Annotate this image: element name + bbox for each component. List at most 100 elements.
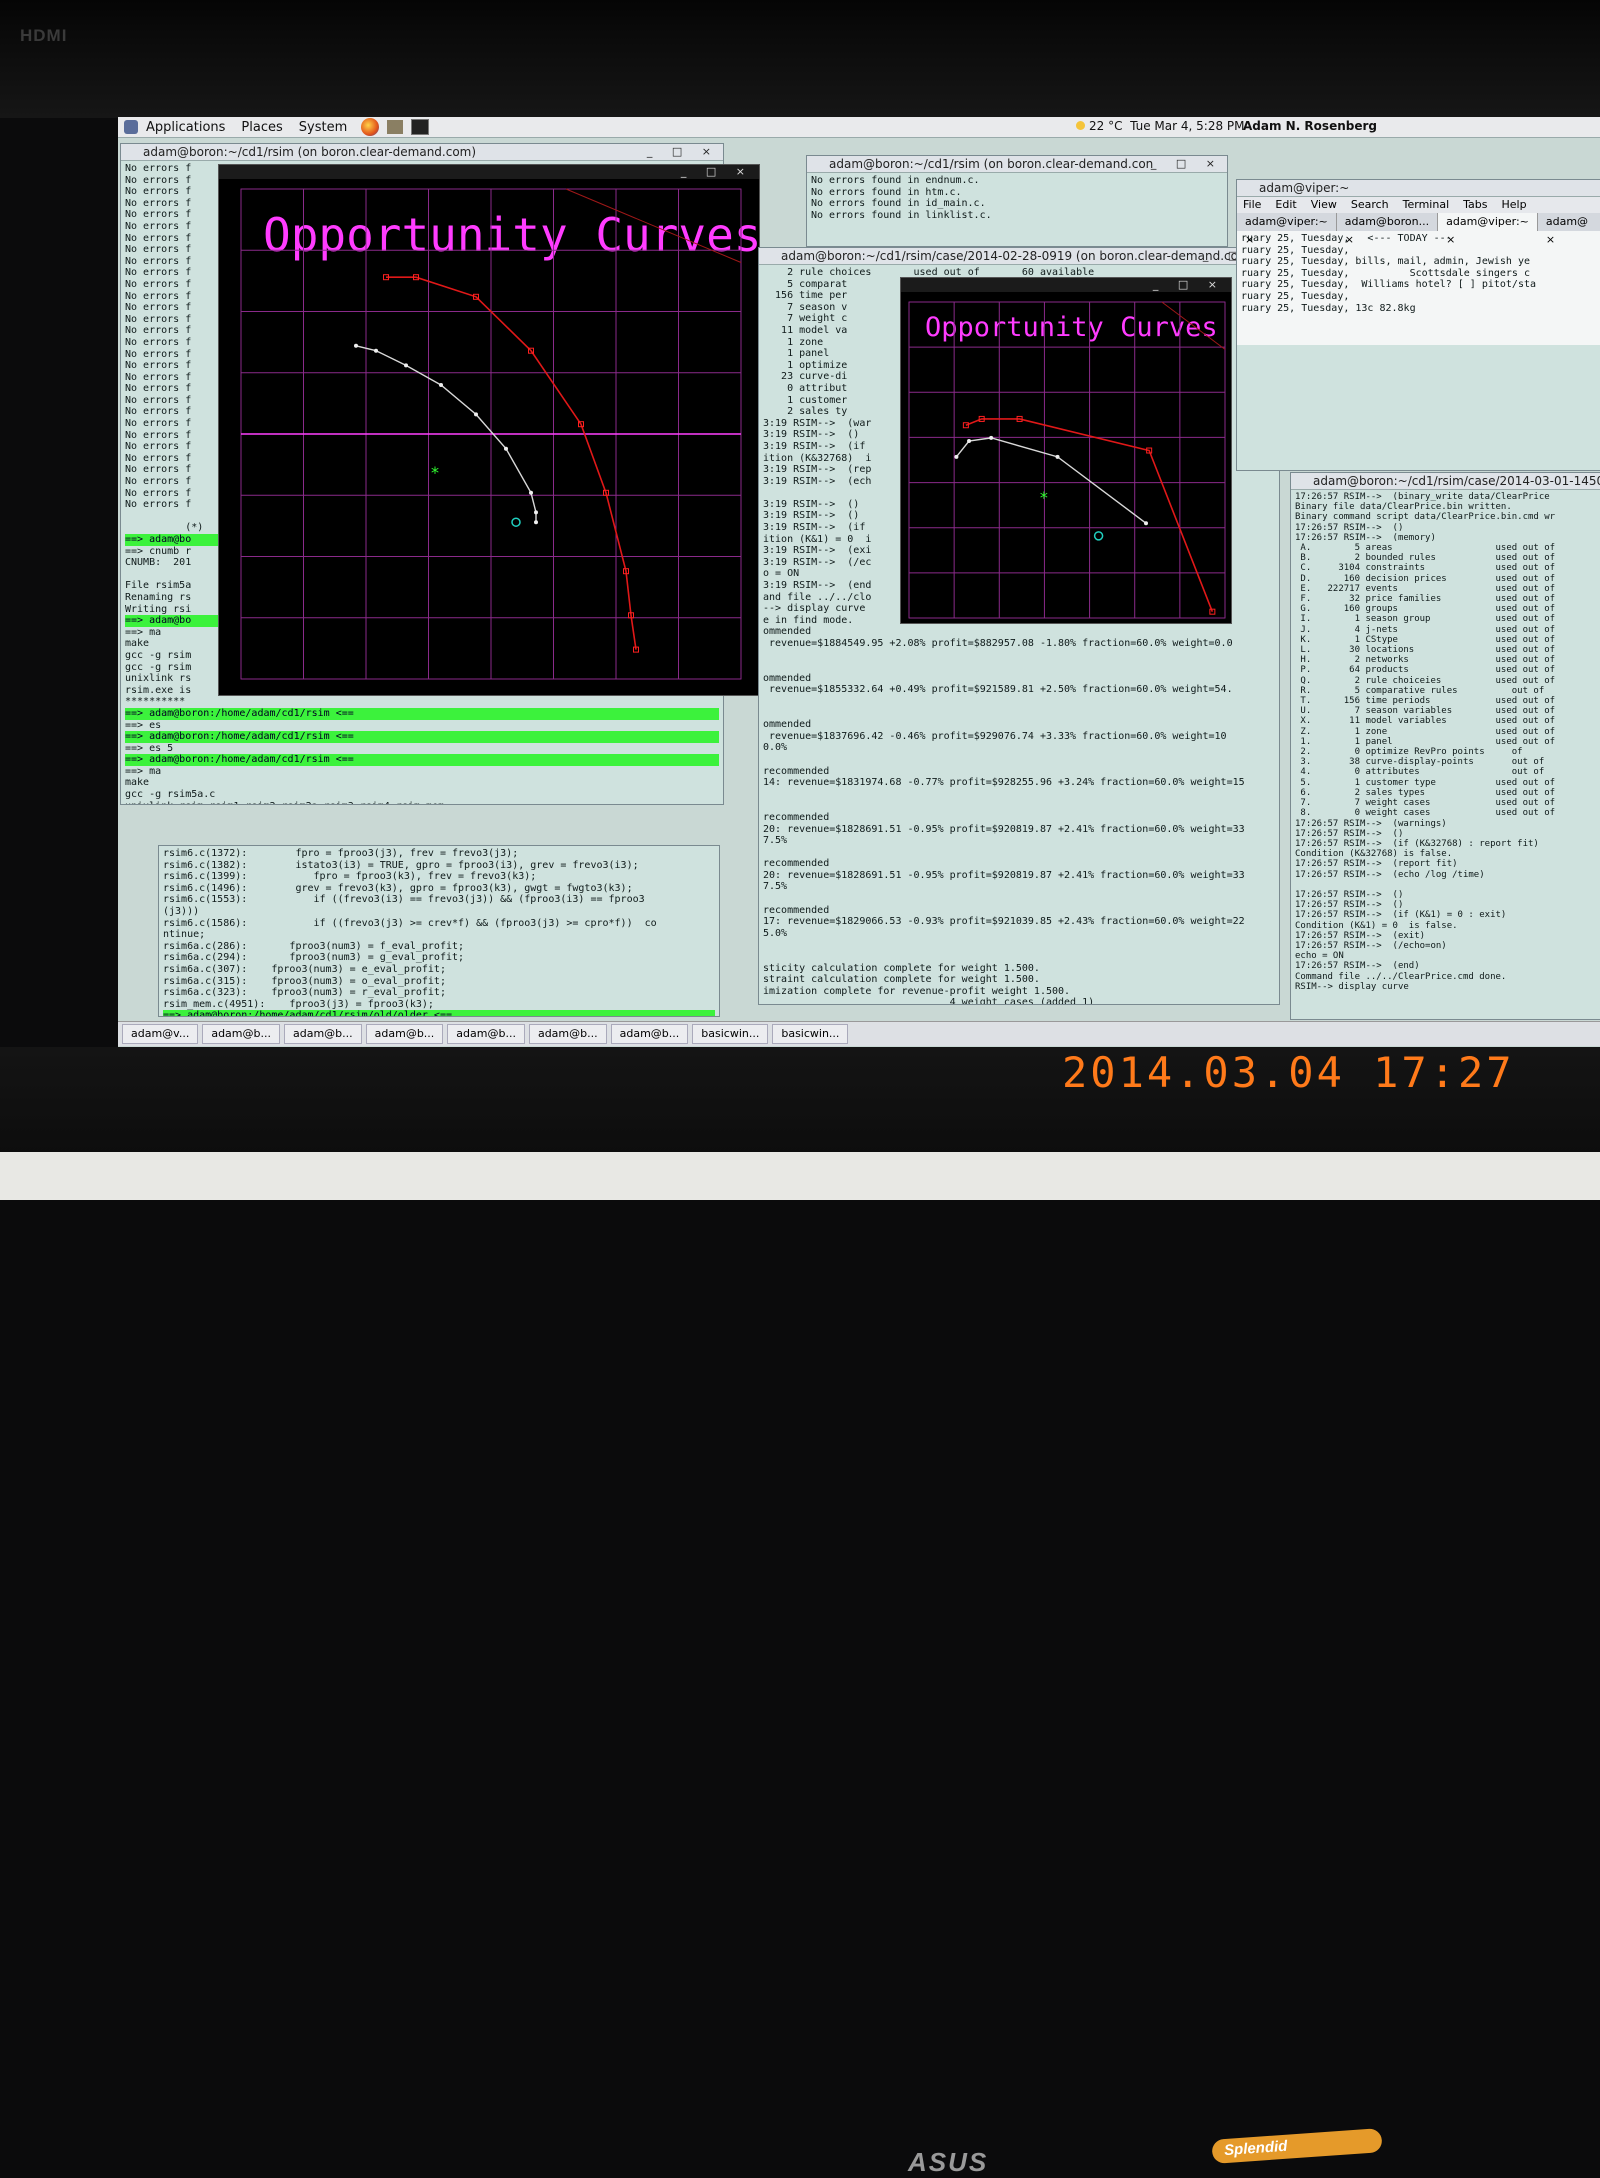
user-name[interactable]: Adam N. Rosenberg — [1243, 119, 1377, 133]
terminal-tab[interactable]: adam@ × — [1538, 213, 1600, 246]
plot-titlebar[interactable]: _ □ × — [901, 278, 1231, 292]
terminal-line: Condition (K&1) = 0 is false. — [1295, 920, 1458, 931]
terminal-line: ommended — [763, 672, 812, 684]
menu-edit[interactable]: Edit — [1275, 198, 1296, 211]
plot-titlebar[interactable]: _ □ × — [219, 165, 759, 179]
menu-view[interactable]: View — [1311, 198, 1337, 211]
menu-tabs[interactable]: Tabs — [1463, 198, 1487, 211]
terminal-viper[interactable]: adam@viper:~ File Edit View Search Terminal T… — [1236, 179, 1600, 471]
terminal-line: rsim6.c(1372): fpro = fproo3(j3), frev =… — [163, 848, 519, 859]
terminal-tab[interactable]: adam@viper:~ × — [1438, 213, 1538, 246]
places-menu[interactable]: Places — [241, 120, 282, 135]
terminal-line: rsim6.c(1586): if ((frevo3(j3) >= crev*f… — [163, 917, 657, 929]
weather-clock[interactable]: 22 °C Tue Mar 4, 5:28 PM — [1076, 119, 1245, 133]
terminal-line: ==> adam@boron:/home/adam/cd1/rsim <== — [125, 707, 719, 720]
window-controls[interactable]: _ □ × — [647, 144, 719, 160]
terminal-line: rsim6.c(1399): fpro = fproo3(k3), frev =… — [163, 871, 537, 883]
terminal-line: 7.5% — [763, 881, 788, 893]
tools-icon[interactable] — [387, 120, 404, 134]
terminal-line: 17:26:57 RSIM--> () — [1295, 889, 1404, 900]
applications-menu[interactable]: Applications — [146, 120, 225, 135]
terminal-line: 5.0% — [763, 927, 788, 939]
monitor-bezel-top: HDMI — [0, 0, 1600, 118]
terminal-line: ruary 25, Tuesday, Williams hotel? [ ] p… — [1241, 279, 1537, 291]
taskbar-button[interactable]: adam@b... — [528, 1024, 607, 1044]
window-title: adam@boron:~/cd1/rsim (on boron.clear-de… — [143, 145, 477, 159]
terminal-grep[interactable]: rsim6.c(1372): fpro = fproo3(j3), frev =… — [158, 845, 720, 1017]
firefox-icon[interactable] — [361, 118, 380, 136]
taskbar-button[interactable]: adam@b... — [365, 1024, 444, 1044]
title-bar[interactable]: adam@boron:~/cd1/rsim/case/2014-03-01-14… — [1291, 473, 1600, 490]
current-point-star: * — [431, 463, 439, 482]
terminal-launcher-icon[interactable] — [411, 119, 430, 135]
title-bar[interactable]: adam@boron:~/cd1/rsim (on boron.clear-de… — [121, 144, 723, 161]
window-title: adam@viper:~ — [1259, 181, 1350, 195]
taskbar-button[interactable]: adam@b... — [447, 1024, 525, 1044]
terminal-line: 1. 1 panel used out of — [1295, 736, 1556, 747]
terminal-tab[interactable]: adam@boron... × — [1337, 213, 1439, 246]
plot-canvas: Opportunity Curves * — [240, 188, 759, 680]
terminal-line: rsim6.c(1553): if ((frevo3(i3) == frevo3… — [163, 894, 645, 906]
terminal-line: 3. 38 curve-display-points out of — [1295, 757, 1545, 768]
title-bar[interactable]: adam@boron:~/cd1/rsim (on boron.clear-de… — [807, 156, 1227, 173]
menu-terminal[interactable]: Terminal — [1403, 198, 1450, 211]
taskbar-button[interactable]: adam@b... — [202, 1024, 280, 1044]
opportunity-plot-large[interactable]: _ □ × Opportunity Curves * — [218, 164, 760, 696]
desktop-screen: Applications Places System 22 °C Tue Mar… — [118, 117, 1600, 1047]
menu-search[interactable]: Search — [1351, 198, 1389, 211]
grep-output[interactable]: rsim6.c(1372): fpro = fproo3(j3), frev =… — [159, 846, 719, 1016]
taskbar-button[interactable]: adam@b... — [610, 1024, 689, 1044]
plot-title: Opportunity Curves — [263, 208, 759, 262]
terminal-line: make — [125, 777, 150, 789]
clock: Tue Mar 4, 5:28 PM — [1130, 119, 1245, 133]
terminal-line: imization complete for revenue-profit we… — [763, 985, 1071, 997]
window-title: adam@boron:~/cd1/rsim/case/2014-02-28-09… — [781, 249, 1238, 263]
taskbar-button[interactable]: adam@b... — [283, 1024, 362, 1044]
terminal-line: rsim6.c(1382): istato3(i3) = TRUE, gpro … — [163, 859, 639, 871]
terminal-line: recommended — [763, 765, 830, 777]
curve-point — [439, 383, 443, 387]
terminal-right[interactable]: adam@boron:~/cd1/rsim/case/2014-03-01-14… — [1290, 472, 1600, 1020]
terminal-mid-top[interactable]: adam@boron:~/cd1/rsim (on boron.clear-de… — [806, 155, 1228, 247]
terminal-line: 17: revenue=$1829066.53 -0.93% profit=$9… — [763, 916, 1245, 928]
terminal-line: revenue=$1884549.95 +2.08% profit=$88295… — [763, 638, 1233, 649]
terminal-text[interactable]: 17:26:57 RSIM--> (binary_write data/Clea… — [1291, 490, 1600, 994]
taskbar-button[interactable]: basicwin... — [772, 1024, 849, 1044]
taskbar-button[interactable]: basicwin... — [692, 1024, 769, 1044]
terminal-line: 17:26:57 RSIM--> (memory) — [1295, 532, 1436, 543]
menu-help[interactable]: Help — [1502, 198, 1527, 211]
terminal-line: 17:26:57 RSIM--> (/echo=on) — [1295, 940, 1447, 951]
terminal-line: ruary 25, Tuesday, bills, mail, admin, J… — [1241, 256, 1530, 268]
terminal-line: revenue=$1855332.64 +0.49% profit=$92158… — [763, 684, 1233, 696]
terminal-line: C. 3104 constraints used out of — [1295, 563, 1556, 574]
terminal-line: 0.0% — [763, 742, 788, 754]
curve-point — [374, 348, 378, 353]
gnome-foot-icon[interactable] — [124, 120, 138, 134]
title-bar[interactable]: adam@viper:~ — [1237, 180, 1600, 197]
terminal-line: recommended — [763, 904, 830, 916]
terminal-text[interactable]: No errors found in endnum.c. No errors fo… — [807, 173, 1227, 223]
terminal-tab[interactable]: adam@viper:~ × — [1237, 213, 1337, 246]
taskbar-button[interactable]: adam@v... — [122, 1024, 199, 1044]
opportunity-plot-small[interactable]: _ □ × Opportunity Curves * — [900, 277, 1232, 624]
terminal-line: 20: revenue=$1828691.51 -0.95% profit=$9… — [763, 869, 1245, 881]
terminal-line: ruary 25, Tuesday, Scottsdale singers c — [1241, 267, 1530, 279]
terminal-line: 17:26:57 RSIM--> () — [1295, 522, 1404, 533]
window-controls[interactable]: _ □ × — [1151, 156, 1223, 172]
curve-point — [967, 439, 972, 444]
terminal-line: R. 5 comparative rules out of — [1295, 685, 1545, 696]
terminal-line: Z. 1 zone used out of — [1295, 726, 1556, 737]
title-bar[interactable]: adam@boron:~/cd1/rsim/case/2014-02-28-09… — [759, 248, 1279, 265]
terminal-line: ==> es 5 — [125, 742, 174, 754]
curve-point — [954, 454, 959, 459]
menu-file[interactable]: File — [1243, 198, 1261, 211]
alternate-curve — [955, 437, 1147, 524]
tab-bar: adam@viper:~ × adam@boron... × adam@viper:… — [1237, 213, 1600, 246]
system-menu[interactable]: System — [299, 120, 347, 135]
terminal-line: No errors found in endnum.c. — [811, 175, 980, 186]
